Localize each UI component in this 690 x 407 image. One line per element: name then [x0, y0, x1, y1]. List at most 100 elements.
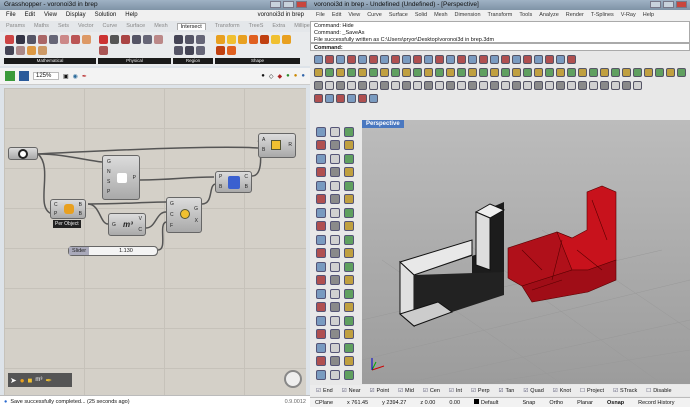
osnap-project-checkbox[interactable]: Project: [580, 388, 604, 394]
toolbar-button-icon[interactable]: [413, 55, 422, 64]
tool-icon[interactable]: [316, 275, 326, 286]
osnap-point-checkbox[interactable]: Point: [370, 388, 390, 394]
tool-icon[interactable]: [316, 180, 326, 191]
tool-icon[interactable]: [330, 167, 340, 178]
osnap-strack-checkbox[interactable]: STrack: [613, 388, 637, 394]
toolbar-button-icon[interactable]: [347, 55, 356, 64]
tool-icon[interactable]: [344, 329, 354, 340]
tool-icon[interactable]: [330, 221, 340, 232]
tool-icon[interactable]: [344, 275, 354, 286]
toolbar-button-icon[interactable]: [314, 81, 323, 90]
toolbar-button-icon[interactable]: [369, 81, 378, 90]
toolbar-button-icon[interactable]: [369, 94, 378, 103]
tool-icon[interactable]: [316, 167, 326, 178]
component-icon[interactable]: [174, 35, 183, 44]
component-icon[interactable]: [282, 35, 291, 44]
tab-intersect[interactable]: Intersect: [176, 23, 206, 30]
toolbar-button-icon[interactable]: [336, 81, 345, 90]
menu-solution[interactable]: Solution: [95, 12, 117, 19]
toolbar-button-icon[interactable]: [446, 55, 455, 64]
toolbar-button-icon[interactable]: [314, 55, 323, 64]
component-icon[interactable]: [227, 35, 236, 44]
toolbar-button-icon[interactable]: [457, 68, 466, 77]
component-icon[interactable]: [71, 35, 80, 44]
tool-icon[interactable]: [344, 248, 354, 259]
tool-icon[interactable]: [344, 369, 354, 380]
tab-params[interactable]: Params: [6, 23, 25, 30]
slider-value[interactable]: 1.130: [89, 247, 157, 255]
number-slider[interactable]: Slider 1.130: [68, 246, 158, 256]
tool-icon[interactable]: [316, 140, 326, 151]
toolbar-button-icon[interactable]: [567, 81, 576, 90]
toolbar-button-icon[interactable]: [512, 55, 521, 64]
tool-icon[interactable]: [330, 153, 340, 164]
toolbar-button-icon[interactable]: [325, 68, 334, 77]
tool-icon[interactable]: [330, 248, 340, 259]
component-icon[interactable]: [238, 35, 247, 44]
component-icon[interactable]: [271, 35, 280, 44]
toolbar-button-icon[interactable]: [644, 68, 653, 77]
toolbar-button-icon[interactable]: [501, 68, 510, 77]
menu-edit[interactable]: Edit: [332, 12, 341, 19]
component-icon[interactable]: [174, 46, 183, 55]
tool-icon[interactable]: [316, 234, 326, 245]
component-icon[interactable]: [260, 35, 269, 44]
component-icon[interactable]: [38, 35, 47, 44]
ortho-toggle[interactable]: Ortho: [549, 400, 563, 406]
gh-canvas[interactable]: G N S P P A B R P B C B C P B B Per Obje…: [4, 88, 306, 395]
component-icon[interactable]: [27, 46, 36, 55]
open-file-icon[interactable]: [5, 71, 15, 81]
toolbar-button-icon[interactable]: [391, 81, 400, 90]
toolbar-button-icon[interactable]: [622, 68, 631, 77]
toolbar-button-icon[interactable]: [556, 81, 565, 90]
toolbar-button-icon[interactable]: [501, 55, 510, 64]
osnap-int-checkbox[interactable]: Int: [449, 388, 462, 394]
record-history-toggle[interactable]: Record History: [638, 400, 674, 406]
toolbar-button-icon[interactable]: [424, 68, 433, 77]
zoom-extents-icon[interactable]: ▣: [63, 73, 69, 80]
sketch-pen-icon[interactable]: ✒: [82, 73, 87, 80]
toolbar-button-icon[interactable]: [545, 81, 554, 90]
toolbar-button-icon[interactable]: [336, 68, 345, 77]
tool-icon[interactable]: [316, 329, 326, 340]
toolbar-button-icon[interactable]: [567, 55, 576, 64]
toolbar-button-icon[interactable]: [523, 68, 532, 77]
tool-icon[interactable]: [316, 248, 326, 259]
tool-icon[interactable]: [344, 302, 354, 313]
menu-view[interactable]: View: [348, 12, 360, 19]
toolbar-button-icon[interactable]: [369, 68, 378, 77]
preview-wire-icon[interactable]: ◇: [269, 73, 274, 80]
toolbar-button-icon[interactable]: [578, 81, 587, 90]
component-icon[interactable]: [185, 35, 194, 44]
tool-icon[interactable]: [316, 288, 326, 299]
toolbar-button-icon[interactable]: [380, 55, 389, 64]
tool-icon[interactable]: [316, 302, 326, 313]
tool-icon[interactable]: [316, 153, 326, 164]
tool-icon[interactable]: [330, 207, 340, 218]
component-icon[interactable]: [27, 35, 36, 44]
osnap-perp-checkbox[interactable]: Perp: [471, 388, 490, 394]
close-button[interactable]: [296, 1, 307, 8]
minimize-button[interactable]: [270, 1, 281, 8]
menu-transform[interactable]: Transform: [488, 12, 513, 19]
scale-node[interactable]: G C F G X: [166, 197, 202, 233]
zoom-select[interactable]: 125%: [33, 72, 59, 80]
toolbar-button-icon[interactable]: [358, 94, 367, 103]
toolbar-button-icon[interactable]: [314, 68, 323, 77]
toolbar-button-icon[interactable]: [325, 94, 334, 103]
tool-icon[interactable]: [330, 302, 340, 313]
menu-tsplines[interactable]: T-Splines: [591, 12, 614, 19]
menu-display[interactable]: Display: [66, 12, 86, 19]
toolbar-button-icon[interactable]: [468, 55, 477, 64]
toolbar-button-icon[interactable]: [314, 94, 323, 103]
toolbar-button-icon[interactable]: [424, 81, 433, 90]
close-button[interactable]: [676, 1, 687, 8]
component-icon[interactable]: [132, 35, 141, 44]
toolbar-button-icon[interactable]: [479, 68, 488, 77]
menu-curve[interactable]: Curve: [367, 12, 382, 19]
toolbar-button-icon[interactable]: [446, 68, 455, 77]
menu-help[interactable]: Help: [643, 12, 654, 19]
component-icon[interactable]: [249, 35, 258, 44]
toolbar-button-icon[interactable]: [402, 55, 411, 64]
toolbar-button-icon[interactable]: [435, 81, 444, 90]
